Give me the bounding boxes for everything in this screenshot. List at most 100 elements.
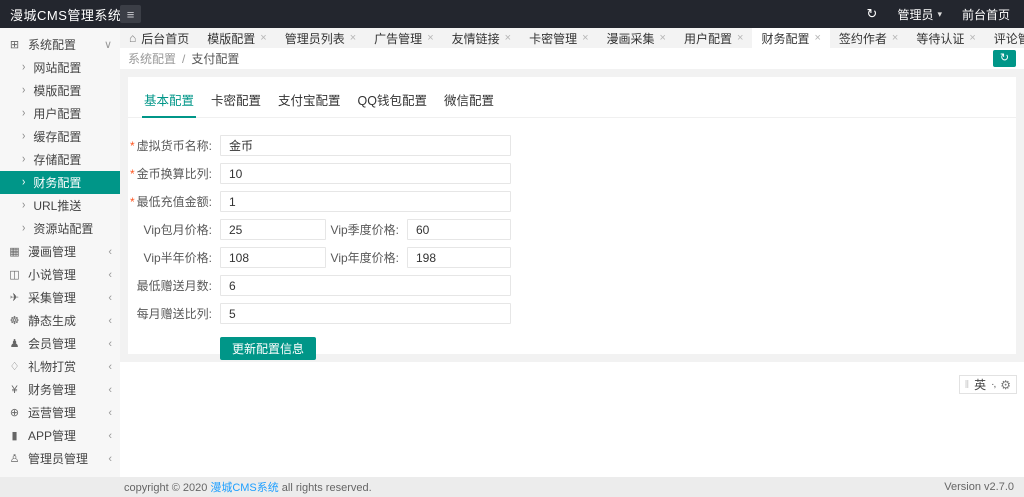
tab-friend-links[interactable]: 友情链接 × [443, 28, 520, 48]
min-recharge-amount-input[interactable] [220, 191, 511, 212]
form-row: 每月赠送比列: [128, 303, 1016, 324]
chevron-down-icon: ∨ [104, 38, 112, 51]
tab-template-config[interactable]: 模版配置 × [198, 28, 275, 48]
coin-exchange-rate-input[interactable] [220, 163, 511, 184]
sidebar-item-member-manage[interactable]: ♟ 会员管理 ‹ [0, 332, 120, 355]
field-label: *金币换算比列: [128, 165, 220, 182]
payment-config-card: 基本配置 卡密配置 支付宝配置 QQ钱包配置 微信配置 *虚拟货币名称: *金币… [128, 77, 1016, 354]
sidebar-item-storage-config[interactable]: › 存储配置 [0, 148, 120, 171]
tab-admin-list[interactable]: 管理员列表 × [276, 28, 365, 48]
min-gift-months-input[interactable] [220, 275, 511, 296]
form-row: Vip半年价格: Vip年度价格: [128, 247, 1016, 268]
close-icon[interactable]: × [814, 32, 820, 44]
chevron-right-icon: › [22, 199, 25, 212]
sidebar-item-user-config[interactable]: › 用户配置 [0, 102, 120, 125]
chevron-right-icon: › [22, 84, 25, 97]
sidebar-item-gift-reward[interactable]: ♢ 礼物打赏 ‹ [0, 355, 120, 378]
tab-qq-wallet-config[interactable]: QQ钱包配置 [356, 86, 429, 117]
vip-half-year-price-input[interactable] [220, 247, 326, 268]
gear-icon[interactable]: ⚙ [1000, 378, 1011, 392]
app-logo: 漫城CMS管理系统 [0, 5, 120, 24]
ime-punctuation-icon[interactable]: ·, [991, 379, 995, 390]
field-label: Vip包月价格: [128, 221, 220, 238]
vip-monthly-price-input[interactable] [220, 219, 326, 240]
submit-row: 更新配置信息 [128, 337, 1016, 360]
tab-pending-auth[interactable]: 等待认证 × [907, 28, 984, 48]
update-config-button[interactable]: 更新配置信息 [220, 337, 316, 360]
tab-comic-collect[interactable]: 漫画采集 × [598, 28, 675, 48]
tab-home[interactable]: ⌂ 后台首页 [120, 28, 198, 48]
tab-wechat-config[interactable]: 微信配置 [442, 86, 496, 117]
refresh-page-button[interactable]: ↻ [993, 50, 1016, 67]
virtual-currency-name-input[interactable] [220, 135, 511, 156]
sidebar-item-static-generate[interactable]: ☸ 静态生成 ‹ [0, 309, 120, 332]
close-icon[interactable]: × [505, 32, 511, 44]
vip-quarterly-price-input[interactable] [407, 219, 511, 240]
tab-signed-authors[interactable]: 签约作者 × [830, 28, 907, 48]
user-menu[interactable]: 管理员 ▾ [897, 6, 942, 23]
field-label: 最低赠送月数: [128, 277, 220, 294]
cms-link[interactable]: 漫城CMS系统 [210, 482, 278, 494]
open-tabs-bar: ⌂ 后台首页 模版配置 × 管理员列表 × 广告管理 × 友情链接 × [120, 28, 1024, 48]
vip-yearly-price-input[interactable] [407, 247, 511, 268]
sidebar-item-operation-manage[interactable]: ⊕ 运营管理 ‹ [0, 401, 120, 424]
close-icon[interactable]: × [350, 32, 356, 44]
close-icon[interactable]: × [660, 32, 666, 44]
sidebar-item-finance-manage[interactable]: ¥ 财务管理 ‹ [0, 378, 120, 401]
chevron-left-icon: ‹ [108, 269, 112, 281]
tab-user-config[interactable]: 用户配置 × [675, 28, 752, 48]
sidebar-item-template-config[interactable]: › 模版配置 [0, 79, 120, 102]
close-icon[interactable]: × [260, 32, 266, 44]
tab-basic-config[interactable]: 基本配置 [142, 86, 196, 118]
sidebar-item-finance-config[interactable]: › 财务配置 [0, 171, 120, 194]
tab-ad-manage[interactable]: 广告管理 × [365, 28, 442, 48]
close-icon[interactable]: × [892, 32, 898, 44]
sidebar-item-novel-manage[interactable]: ◫ 小说管理 ‹ [0, 263, 120, 286]
paper-plane-icon: ✈ [8, 291, 21, 304]
form-row: *最低充值金额: [128, 191, 1016, 212]
globe-icon: ⊕ [8, 406, 21, 419]
sidebar-item-comic-manage[interactable]: ▦ 漫画管理 ‹ [0, 240, 120, 263]
breadcrumb-separator: / [182, 52, 185, 66]
sidebar-item-admin-manage[interactable]: ♙ 管理员管理 ‹ [0, 447, 120, 470]
tab-card-key-config[interactable]: 卡密配置 [209, 86, 263, 117]
sidebar-item-resource-site-config[interactable]: › 资源站配置 [0, 217, 120, 240]
chevron-left-icon: ‹ [108, 453, 112, 465]
sidebar-toggle-button[interactable]: ≡ [120, 5, 141, 23]
sidebar-item-system-config[interactable]: ⊞ 系统配置 ∨ [0, 33, 120, 56]
frontend-home-link[interactable]: 前台首页 [962, 6, 1010, 23]
breadcrumb-parent: 系统配置 [128, 50, 176, 67]
close-icon[interactable]: × [737, 32, 743, 44]
form-row: *金币换算比列: [128, 163, 1016, 184]
tab-alipay-config[interactable]: 支付宝配置 [276, 86, 343, 117]
content-column: ⌂ 后台首页 模版配置 × 管理员列表 × 广告管理 × 友情链接 × [120, 28, 1024, 477]
main-area: ⊞ 系统配置 ∨ › 网站配置 › 模版配置 › 用户配置 › 缓存配置 › [0, 28, 1024, 477]
refresh-icon[interactable]: ↻ [867, 6, 878, 22]
ime-toolbar[interactable]: ‖ 英 ·, ⚙ [959, 375, 1017, 394]
chevron-left-icon: ‹ [108, 338, 112, 350]
monthly-gift-rate-input[interactable] [220, 303, 511, 324]
required-asterisk: * [130, 167, 135, 181]
chevron-right-icon: › [22, 222, 25, 235]
form-row: Vip包月价格: Vip季度价格: [128, 219, 1016, 240]
sidebar-item-cache-config[interactable]: › 缓存配置 [0, 125, 120, 148]
close-icon[interactable]: × [969, 32, 975, 44]
tab-card-key-manage[interactable]: 卡密管理 × [520, 28, 597, 48]
tab-comment-manage[interactable]: 评论管理 × [985, 28, 1024, 48]
refresh-icon: ↻ [1000, 51, 1009, 66]
close-icon[interactable]: × [582, 32, 588, 44]
app-window: 漫城CMS管理系统 ≡ ↻ 管理员 ▾ 前台首页 ⊞ 系统配置 ∨ › 网站配置 [0, 0, 1024, 497]
field-label: Vip年度价格: [326, 249, 407, 266]
close-icon[interactable]: × [427, 32, 433, 44]
sidebar-item-site-config[interactable]: › 网站配置 [0, 56, 120, 79]
config-tabs: 基本配置 卡密配置 支付宝配置 QQ钱包配置 微信配置 [128, 77, 1016, 118]
tab-finance-config[interactable]: 财务配置 × [752, 28, 829, 48]
sidebar-item-app-manage[interactable]: ▮ APP管理 ‹ [0, 424, 120, 447]
sidebar-item-collect-manage[interactable]: ✈ 采集管理 ‹ [0, 286, 120, 309]
home-icon: ⌂ [129, 31, 136, 45]
chevron-right-icon: › [22, 61, 25, 74]
drag-handle-icon[interactable]: ‖ [965, 379, 970, 391]
ime-language-indicator[interactable]: 英 [974, 376, 986, 393]
chevron-left-icon: ‹ [108, 315, 112, 327]
sidebar-item-url-push[interactable]: › URL推送 [0, 194, 120, 217]
